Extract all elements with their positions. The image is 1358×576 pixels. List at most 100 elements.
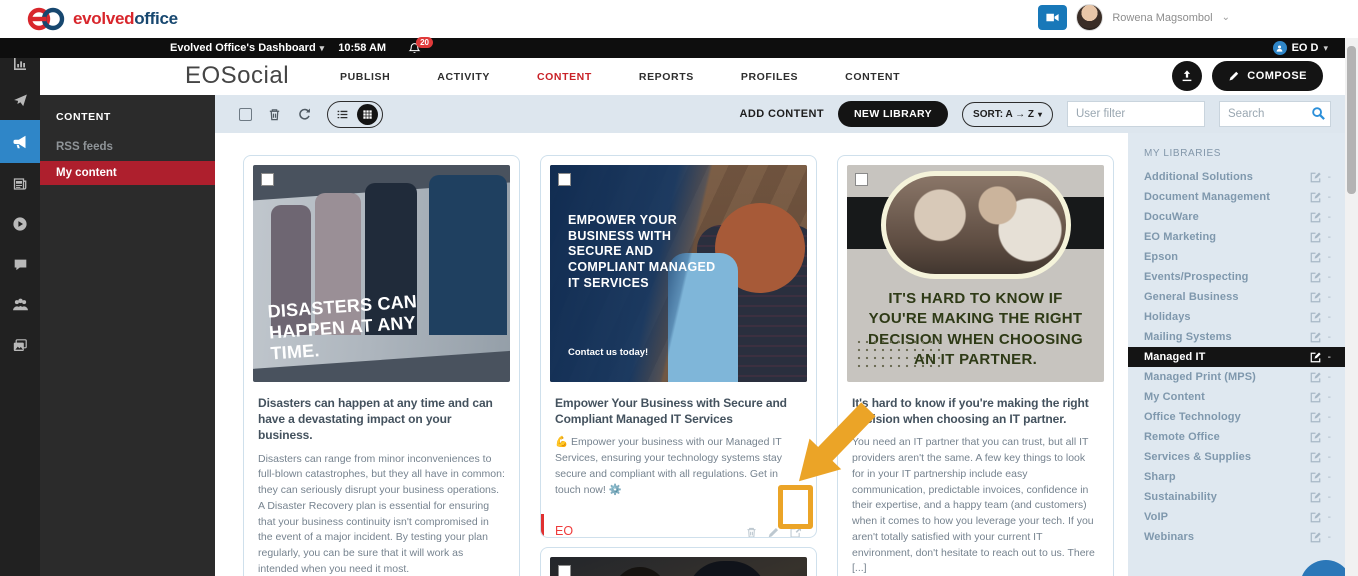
- video-call-button[interactable]: [1038, 5, 1067, 30]
- edit-library-icon[interactable]: [1309, 351, 1322, 364]
- dashboard-selector[interactable]: Evolved Office's Dashboard ▾: [170, 42, 324, 54]
- edit-library-icon[interactable]: [1309, 411, 1322, 424]
- card-image-it-partner[interactable]: IT'S HARD TO KNOW IF YOU'RE MAKING THE R…: [847, 165, 1104, 382]
- library-row-additional-solutions[interactable]: Additional Solutions-: [1128, 167, 1345, 187]
- card-checkbox[interactable]: [558, 173, 571, 186]
- edit-library-icon[interactable]: [1309, 271, 1322, 284]
- list-view-icon[interactable]: [332, 106, 353, 123]
- grid-view-icon[interactable]: [357, 104, 378, 125]
- collapse-dash-icon[interactable]: -: [1328, 412, 1331, 423]
- edit-library-icon[interactable]: [1309, 491, 1322, 504]
- library-row-my-content[interactable]: My Content-: [1128, 387, 1345, 407]
- edit-library-icon[interactable]: [1309, 211, 1322, 224]
- library-row-voip[interactable]: VoIP-: [1128, 507, 1345, 527]
- collapse-dash-icon[interactable]: -: [1328, 312, 1331, 323]
- sidebar-item-my-content[interactable]: My content: [40, 161, 215, 185]
- collapse-dash-icon[interactable]: -: [1328, 532, 1331, 543]
- nav-social-megaphone-icon[interactable]: [0, 120, 40, 163]
- library-row-office-technology[interactable]: Office Technology-: [1128, 407, 1345, 427]
- edit-library-icon[interactable]: [1309, 531, 1322, 544]
- collapse-dash-icon[interactable]: -: [1328, 272, 1331, 283]
- new-library-button[interactable]: NEW LIBRARY: [838, 101, 948, 127]
- nav-newsletter-icon[interactable]: [0, 164, 40, 204]
- edit-library-icon[interactable]: [1309, 251, 1322, 264]
- collapse-dash-icon[interactable]: -: [1328, 252, 1331, 263]
- collapse-dash-icon[interactable]: -: [1328, 512, 1331, 523]
- card-image-partial[interactable]: [550, 557, 807, 576]
- nav-messages-icon[interactable]: [0, 244, 40, 284]
- user-filter-input[interactable]: [1067, 101, 1205, 127]
- collapse-dash-icon[interactable]: -: [1328, 432, 1331, 443]
- tab-reports[interactable]: REPORTS: [639, 71, 694, 83]
- sidebar-item-rss-feeds[interactable]: RSS feeds: [40, 135, 215, 159]
- edit-library-icon[interactable]: [1309, 371, 1322, 384]
- library-row-events-prospecting[interactable]: Events/Prospecting-: [1128, 267, 1345, 287]
- edit-library-icon[interactable]: [1309, 511, 1322, 524]
- card-checkbox[interactable]: [558, 565, 571, 576]
- library-row-epson[interactable]: Epson-: [1128, 247, 1345, 267]
- library-row-eo-marketing[interactable]: EO Marketing-: [1128, 227, 1345, 247]
- tab-publish[interactable]: PUBLISH: [340, 71, 390, 83]
- collapse-dash-icon[interactable]: -: [1328, 372, 1331, 383]
- user-avatar[interactable]: [1076, 4, 1103, 31]
- card-checkbox[interactable]: [261, 173, 274, 186]
- card-checkbox[interactable]: [855, 173, 868, 186]
- account-switcher[interactable]: EO D ▾: [1273, 41, 1328, 55]
- library-row-webinars[interactable]: Webinars-: [1128, 527, 1345, 547]
- page-scrollbar[interactable]: [1345, 38, 1358, 576]
- card-image-managed-it[interactable]: EMPOWER YOUR BUSINESS WITH SECURE AND CO…: [550, 165, 807, 382]
- sort-dropdown[interactable]: SORT: A → Z ▾: [962, 102, 1053, 127]
- edit-library-icon[interactable]: [1309, 331, 1322, 344]
- collapse-dash-icon[interactable]: -: [1328, 392, 1331, 403]
- add-content-button[interactable]: ADD CONTENT: [740, 108, 824, 120]
- search-icon[interactable]: [1311, 106, 1326, 121]
- edit-library-icon[interactable]: [1309, 191, 1322, 204]
- library-row-services-supplies[interactable]: Services & Supplies-: [1128, 447, 1345, 467]
- nav-media-library-icon[interactable]: [0, 326, 40, 366]
- collapse-dash-icon[interactable]: -: [1328, 472, 1331, 483]
- library-row-general-business[interactable]: General Business-: [1128, 287, 1345, 307]
- brand-logo[interactable]: evolvedoffice: [26, 6, 178, 32]
- edit-library-icon[interactable]: [1309, 311, 1322, 324]
- edit-library-icon[interactable]: [1309, 471, 1322, 484]
- scrollbar-thumb[interactable]: [1347, 46, 1356, 194]
- collapse-dash-icon[interactable]: -: [1328, 452, 1331, 463]
- nav-send-icon[interactable]: [0, 80, 40, 120]
- compose-button[interactable]: COMPOSE: [1212, 61, 1323, 91]
- collapse-dash-icon[interactable]: -: [1328, 172, 1331, 183]
- collapse-dash-icon[interactable]: -: [1328, 212, 1331, 223]
- select-all-checkbox[interactable]: [239, 108, 252, 121]
- delete-button[interactable]: [267, 107, 282, 122]
- library-row-mailing-systems[interactable]: Mailing Systems-: [1128, 327, 1345, 347]
- library-row-document-management[interactable]: Document Management-: [1128, 187, 1345, 207]
- library-row-sustainability[interactable]: Sustainability-: [1128, 487, 1345, 507]
- upload-button[interactable]: [1172, 61, 1202, 91]
- card-image-disasters[interactable]: DISASTERS CAN HAPPEN AT ANY TIME.: [253, 165, 510, 382]
- tab-content[interactable]: CONTENT: [537, 71, 592, 83]
- nav-video-icon[interactable]: [0, 204, 40, 244]
- collapse-dash-icon[interactable]: -: [1328, 232, 1331, 243]
- edit-library-icon[interactable]: [1309, 431, 1322, 444]
- edit-library-icon[interactable]: [1309, 291, 1322, 304]
- library-row-holidays[interactable]: Holidays-: [1128, 307, 1345, 327]
- edit-library-icon[interactable]: [1309, 171, 1322, 184]
- collapse-dash-icon[interactable]: -: [1328, 492, 1331, 503]
- library-row-sharp[interactable]: Sharp-: [1128, 467, 1345, 487]
- tab-content-2[interactable]: CONTENT: [845, 71, 900, 83]
- collapse-dash-icon[interactable]: -: [1328, 292, 1331, 303]
- notifications-button[interactable]: 20: [408, 42, 421, 55]
- tab-profiles[interactable]: PROFILES: [741, 71, 798, 83]
- edit-library-icon[interactable]: [1309, 451, 1322, 464]
- delete-icon[interactable]: [745, 526, 758, 538]
- user-menu-chevron-icon[interactable]: ⌄: [1222, 12, 1230, 23]
- collapse-dash-icon[interactable]: -: [1328, 352, 1331, 363]
- collapse-dash-icon[interactable]: -: [1328, 192, 1331, 203]
- library-row-managed-it[interactable]: Managed IT-: [1128, 347, 1345, 367]
- library-row-managed-print[interactable]: Managed Print (MPS)-: [1128, 367, 1345, 387]
- collapse-dash-icon[interactable]: -: [1328, 332, 1331, 343]
- library-row-docuware[interactable]: DocuWare-: [1128, 207, 1345, 227]
- tab-activity[interactable]: ACTIVITY: [437, 71, 490, 83]
- edit-library-icon[interactable]: [1309, 391, 1322, 404]
- nav-contacts-icon[interactable]: [0, 284, 40, 324]
- library-row-remote-office[interactable]: Remote Office-: [1128, 427, 1345, 447]
